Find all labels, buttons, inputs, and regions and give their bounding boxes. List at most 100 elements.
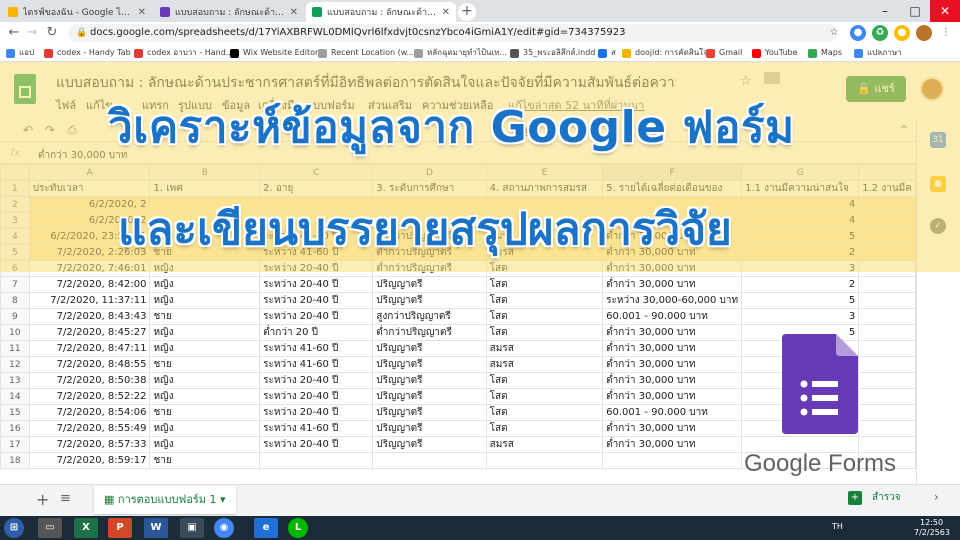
word-icon[interactable]: W bbox=[144, 518, 168, 538]
table-cell[interactable] bbox=[858, 212, 916, 229]
tasks-icon[interactable]: ✓ bbox=[930, 218, 946, 234]
table-cell[interactable] bbox=[485, 452, 604, 469]
table-cell[interactable]: ต่ำกว่า 30,000 บาท bbox=[602, 420, 743, 437]
table-cell[interactable]: ระหว่าง 30,000-60,000 บาท bbox=[602, 292, 743, 309]
table-cell[interactable] bbox=[858, 404, 916, 421]
row-header[interactable]: 11 bbox=[0, 340, 30, 357]
row-header[interactable]: 10 bbox=[0, 324, 30, 341]
table-cell[interactable]: หญิง bbox=[149, 436, 261, 453]
extension-icon[interactable]: ● bbox=[894, 25, 910, 41]
table-cell[interactable]: 7/2/2020, 8:48:55 bbox=[28, 356, 151, 373]
internet-explorer-icon[interactable]: e bbox=[254, 518, 278, 538]
bookmark-item[interactable]: ส bbox=[598, 46, 616, 60]
explore-button[interactable]: + สำรวจ bbox=[848, 490, 901, 505]
table-cell[interactable]: ปริญญาตรี bbox=[372, 372, 487, 389]
table-cell[interactable]: ระหว่าง 20-40 ปี bbox=[259, 372, 374, 389]
table-cell[interactable] bbox=[372, 452, 487, 469]
table-cell[interactable]: สมรส bbox=[485, 356, 604, 373]
bookmark-item[interactable]: หลักฉุดมายุทำไป้นเท... bbox=[414, 46, 507, 60]
keep-icon[interactable]: ● bbox=[930, 176, 946, 192]
row-header[interactable]: 9 bbox=[0, 308, 30, 325]
table-cell[interactable]: โสด bbox=[485, 292, 604, 309]
folder-icon[interactable] bbox=[764, 72, 780, 84]
table-cell[interactable]: ต่ำกว่า 30,000 บาท bbox=[602, 372, 743, 389]
browser-tab-drive[interactable]: ไดรฟ์ของฉัน - Google ไดรฟ์ ✕ bbox=[2, 2, 152, 22]
table-cell[interactable]: 7/2/2020, 8:52:22 bbox=[28, 388, 151, 405]
column-header[interactable]: G bbox=[741, 164, 860, 181]
more-menu-icon[interactable]: ⋮ bbox=[938, 25, 954, 41]
close-icon[interactable]: ✕ bbox=[442, 7, 450, 18]
bookmark-star-icon[interactable]: ☆ bbox=[826, 25, 842, 41]
powerpoint-icon[interactable]: P bbox=[108, 518, 132, 538]
table-cell[interactable]: โสด bbox=[485, 404, 604, 421]
row-header[interactable]: 4 bbox=[0, 228, 30, 245]
row-header[interactable]: 14 bbox=[0, 388, 30, 405]
row-header[interactable]: 5 bbox=[0, 244, 30, 261]
table-cell[interactable] bbox=[858, 420, 916, 437]
bookmark-item[interactable]: YouTube bbox=[752, 46, 798, 60]
table-cell[interactable]: ระหว่าง 41-60 ปี bbox=[259, 420, 374, 437]
table-cell[interactable]: โสด bbox=[485, 324, 604, 341]
table-cell[interactable]: ระหว่าง 20-40 ปี bbox=[259, 292, 374, 309]
table-cell[interactable]: 60.001 - 90.000 บาท bbox=[602, 404, 743, 421]
table-cell[interactable]: ชาย bbox=[149, 308, 261, 325]
table-cell[interactable] bbox=[858, 228, 916, 245]
table-cell[interactable]: ระหว่าง 20-40 ปี bbox=[259, 276, 374, 293]
table-cell[interactable]: 3 bbox=[741, 260, 860, 277]
table-cell[interactable]: หญิง bbox=[149, 276, 261, 293]
table-cell[interactable]: โสด bbox=[485, 308, 604, 325]
start-button-icon[interactable]: ⊞ bbox=[4, 518, 24, 538]
table-cell[interactable]: ต่ำกว่า 30,000 บาท bbox=[602, 436, 743, 453]
undo-icon[interactable]: ↶ bbox=[20, 122, 36, 138]
table-cell[interactable]: ต่ำกว่า 30,000 บาท bbox=[602, 340, 743, 357]
column-header[interactable] bbox=[858, 164, 916, 181]
star-icon[interactable]: ☆ bbox=[740, 74, 752, 89]
header-cell[interactable]: 1.2 งานมีค bbox=[858, 180, 916, 197]
table-cell[interactable]: ระหว่าง 20-40 ปี bbox=[259, 388, 374, 405]
table-cell[interactable]: ชาย bbox=[149, 452, 261, 469]
table-cell[interactable] bbox=[858, 292, 916, 309]
document-title[interactable]: แบบสอบถาม : ลักษณะด้านประชากรศาสตร์ที่มี… bbox=[56, 72, 676, 94]
table-cell[interactable]: ระหว่าง 20-40 ปี bbox=[259, 436, 374, 453]
bookmark-item[interactable]: Recent Location (w... bbox=[318, 46, 414, 60]
close-icon[interactable]: ✕ bbox=[138, 7, 146, 18]
extension-icon[interactable]: ● bbox=[850, 25, 866, 41]
table-cell[interactable] bbox=[858, 340, 916, 357]
table-cell[interactable] bbox=[858, 276, 916, 293]
table-cell[interactable]: หญิง bbox=[149, 292, 261, 309]
table-cell[interactable] bbox=[602, 452, 743, 469]
table-cell[interactable] bbox=[858, 324, 916, 341]
collapse-icon[interactable]: ⌃ bbox=[896, 122, 912, 138]
table-cell[interactable] bbox=[259, 452, 374, 469]
row-header[interactable]: 3 bbox=[0, 212, 30, 229]
bookmark-item[interactable]: doojid: การคัดสินใจ bbox=[622, 46, 708, 60]
table-cell[interactable] bbox=[858, 356, 916, 373]
table-cell[interactable]: ปริญญาตรี bbox=[372, 276, 487, 293]
table-cell[interactable]: 4 bbox=[741, 212, 860, 229]
maximize-button[interactable]: □ bbox=[900, 0, 930, 22]
reload-icon[interactable]: ↻ bbox=[44, 24, 60, 42]
row-header[interactable]: 15 bbox=[0, 404, 30, 421]
app-icon[interactable]: ▣ bbox=[180, 518, 204, 538]
column-header[interactable]: D bbox=[372, 164, 487, 181]
table-cell[interactable]: ต่ำกว่า 30,000 บาท bbox=[602, 276, 743, 293]
chevron-right-icon[interactable]: › bbox=[934, 490, 939, 504]
table-cell[interactable]: สูงกว่าปริญญาตรี bbox=[372, 308, 487, 325]
calendar-icon[interactable]: 31 bbox=[930, 132, 946, 148]
add-sheet-icon[interactable]: + bbox=[36, 490, 49, 509]
table-cell[interactable]: หญิง bbox=[149, 324, 261, 341]
table-cell[interactable]: ปริญญาตรี bbox=[372, 356, 487, 373]
row-header[interactable]: 7 bbox=[0, 276, 30, 293]
table-cell[interactable]: 2 bbox=[741, 244, 860, 261]
table-cell[interactable]: 3 bbox=[741, 308, 860, 325]
chrome-icon[interactable]: ◉ bbox=[214, 518, 234, 538]
new-tab-button[interactable]: + bbox=[458, 3, 476, 21]
table-cell[interactable] bbox=[858, 388, 916, 405]
column-header[interactable]: B bbox=[149, 164, 261, 181]
row-header[interactable]: 2 bbox=[0, 196, 30, 213]
corner-cell[interactable] bbox=[0, 164, 30, 181]
table-cell[interactable]: ชาย bbox=[149, 356, 261, 373]
print-icon[interactable]: ⎙ bbox=[64, 122, 80, 138]
bookmark-item[interactable]: codex - Handy Tab bbox=[44, 46, 131, 60]
column-header[interactable]: C bbox=[259, 164, 374, 181]
